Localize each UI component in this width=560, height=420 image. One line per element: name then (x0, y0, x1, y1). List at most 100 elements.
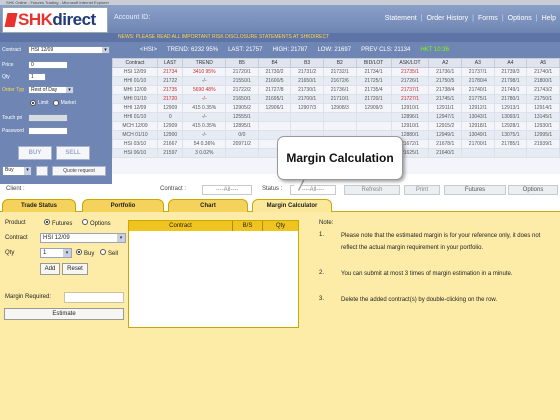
market-time: HKT 10:36 (420, 47, 449, 53)
futures-radio[interactable] (44, 219, 50, 225)
table-row[interactable]: HSI 12/09 21734 3410 95% 21720/1 21730/2 2173… (112, 67, 560, 77)
chevron-down-icon: ▾ (24, 167, 31, 175)
calc-qty-select[interactable]: 1 ▾ (40, 248, 72, 258)
limit-radio[interactable] (30, 100, 36, 106)
column-header: Contract (112, 58, 158, 68)
sell-button[interactable]: SELL (56, 146, 90, 160)
table-cell: 21731/2 (290, 67, 324, 77)
margin-calculator-panel: Product Futures Options Contract HSI 12/… (0, 212, 560, 420)
table-cell: 21550/1 (225, 76, 259, 86)
table-cell: 21736/1 (322, 85, 357, 95)
market-code: <HSI> (140, 47, 158, 53)
table-cell: 21732/1 (322, 67, 357, 77)
table-cell: 12911/1 (428, 103, 463, 113)
quote-request-button[interactable]: Quote request (52, 166, 106, 176)
app-header: SHKdirect Account ID: Statement | Order … (0, 5, 560, 33)
table-cell: 21727/1 (390, 94, 430, 104)
contract-select[interactable]: HSI 12/09 ▾ (28, 46, 110, 54)
table-cell: 21775/1 (461, 94, 495, 104)
table-cell: -/- (182, 130, 227, 140)
tab-portfolio[interactable]: Portfolio (82, 199, 164, 212)
table-cell: 3410 95% (182, 67, 227, 77)
table-row[interactable]: MHI 12/09 21735 5690 48% 21722/2 21727/8 2173… (112, 85, 560, 95)
toolbar-contract-label: Contract : (160, 186, 187, 192)
nav-separator: | (535, 15, 538, 22)
table-cell: 21750/5 (428, 76, 463, 86)
table-cell (461, 148, 495, 158)
table-cell: HSI 03/10 (112, 139, 158, 149)
table-cell: 0/0 (225, 130, 259, 140)
nav-forms[interactable]: Forms (478, 15, 498, 22)
estimate-button[interactable]: Estimate (4, 308, 124, 320)
contract-list-table[interactable]: Contract B/S Qty (128, 220, 299, 328)
table-cell: HHI 12/09 (112, 103, 158, 113)
buy-radio[interactable] (76, 249, 82, 255)
note-item: 3. Delete the added contract(s) by doubl… (319, 294, 544, 318)
tab-trade-status[interactable]: Trade Status (2, 199, 76, 212)
table-cell: 21700/1 (461, 139, 495, 149)
futures-button[interactable]: Futures (444, 185, 506, 195)
chevron-down-icon: ▾ (63, 249, 71, 257)
table-cell: 21730/2 (257, 67, 292, 77)
table-cell: 20971/2 (225, 139, 259, 149)
table-cell: HSI 06/10 (112, 148, 158, 158)
buy-button[interactable]: BUY (18, 146, 52, 160)
touch-price-input[interactable] (28, 114, 68, 122)
table-cell: 12908/3 (322, 103, 357, 113)
table-cell (322, 121, 357, 131)
table-row[interactable]: HHI 01/10 21722 -/- 21550/1 21600/5 21650/1 21… (112, 76, 560, 86)
toolbar-contract-select[interactable]: ----All---- (202, 185, 252, 195)
sell-radio[interactable] (100, 249, 106, 255)
table-cell: 21743/2 (526, 85, 560, 95)
table-cell: MCH 12/09 (112, 121, 158, 131)
note-number: 3. (319, 296, 325, 302)
table-cell: MCH 01/10 (112, 130, 158, 140)
qty-label: Qty (2, 74, 10, 80)
table-cell: 21720/1 (225, 67, 259, 77)
nav-options[interactable]: Options (508, 15, 532, 22)
note-item: 1. Please note that the estimated margin… (319, 230, 544, 266)
market-summary-bar: <HSI> TREND: 6232 95% LAST: 21757 HIGH: … (112, 42, 560, 58)
shkdirect-logo: SHKdirect (2, 7, 108, 33)
high-value: 21787 (290, 47, 308, 53)
print-button[interactable]: Print (404, 185, 440, 195)
quote-checkbox[interactable] (36, 166, 48, 176)
options-button[interactable]: Options (508, 185, 558, 195)
table-cell (257, 121, 292, 131)
reset-button[interactable]: Reset (62, 263, 88, 275)
table-cell: 0 (156, 112, 184, 122)
options-radio[interactable] (82, 219, 88, 225)
add-button[interactable]: Add (40, 263, 60, 275)
nav-order-history[interactable]: Order History (427, 15, 469, 22)
column-header: A4 (493, 58, 528, 68)
tab-chart[interactable]: Chart (168, 199, 248, 212)
table-row[interactable]: HHI 12/09 12909 415 0.35% 12905/2 12906/1 129… (112, 103, 560, 113)
table-cell (290, 112, 324, 122)
table-row[interactable]: MCH 12/09 12909 415 0.35% 12895/1 12910/1 129… (112, 121, 560, 131)
qty-input[interactable]: 1 (28, 73, 46, 81)
column-header: A2 (428, 58, 463, 68)
nav-statement[interactable]: Statement (385, 15, 417, 22)
market-radio[interactable] (52, 100, 59, 106)
note-text: Delete the added contract(s) by double-c… (341, 297, 498, 303)
nav-help[interactable]: Help (542, 15, 556, 22)
margin-required-output (64, 292, 124, 303)
logo-mark-icon (4, 13, 18, 27)
table-cell: 21722 (156, 76, 184, 86)
table-cell: 21737/1 (390, 85, 430, 95)
contract-select-value: HSI 12/09 (31, 47, 54, 53)
price-input[interactable]: 0 (28, 61, 68, 69)
calc-contract-select[interactable]: HSI 12/09 ▾ (40, 233, 126, 243)
table-cell: 21725/1 (355, 76, 392, 86)
calc-qty-label: Qty (5, 250, 15, 256)
refresh-button[interactable]: Refresh (344, 185, 400, 195)
table-cell: 12915/2 (428, 121, 463, 131)
table-row[interactable]: MHI 01/10 21720 -/- 21650/1 21695/1 21700/1 21… (112, 94, 560, 104)
tab-margin-calculator[interactable]: Margin Calculator (252, 199, 332, 213)
table-cell: 21734/1 (355, 67, 392, 77)
table-row[interactable]: HHI 01/10 0 -/- 12555/1 12896/1 12947/1 13043/… (112, 112, 560, 122)
password-input[interactable] (28, 127, 68, 135)
order-type-select[interactable]: Rest of Day ▾ (28, 86, 74, 94)
side-select[interactable]: Buy ▾ (2, 166, 32, 176)
table-cell: 12909 (156, 103, 184, 113)
